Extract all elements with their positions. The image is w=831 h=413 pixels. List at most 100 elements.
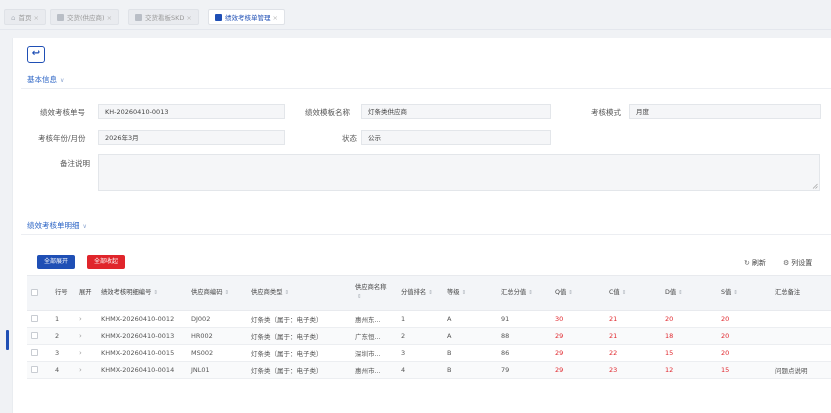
table-row[interactable]: 3 › KHMX-20260410-0015 MS002 灯条类（属于：电子类）… [27, 344, 831, 362]
row-checkbox[interactable] [27, 344, 51, 362]
cell-supplier-name: 惠州东... [351, 310, 397, 328]
cell-q: 29 [551, 327, 605, 345]
refresh-button[interactable]: ↻ 刷新 [744, 258, 766, 268]
tab-delivery-board[interactable]: 交货看板SKD × [128, 9, 199, 25]
col-detail-code[interactable]: 绩效考核明细编号 ⇕ [97, 276, 187, 311]
col-label: C值 [609, 288, 620, 296]
cell-detail-code: KHMX-20260410-0013 [97, 327, 187, 345]
row-checkbox[interactable] [27, 361, 51, 379]
checkbox-icon [31, 332, 38, 339]
detail-table-container[interactable]: 行号 展开 绩效考核明细编号 ⇕ 供应商编码 ⇕ 供应商类型 ⇕ 供应商名称⇕ 分值排… [27, 275, 831, 399]
cell-q: 29 [551, 344, 605, 362]
cell-row-no: 2 [51, 327, 75, 345]
expand-row-icon[interactable]: › [75, 361, 97, 379]
col-d[interactable]: D值 ⇕ [661, 276, 717, 311]
tab-performance-management[interactable]: 绩效考核单管理 × [208, 9, 285, 25]
template-field[interactable]: 灯条类供应商 [361, 104, 551, 119]
close-icon[interactable]: × [33, 14, 38, 22]
close-icon[interactable]: × [273, 14, 278, 22]
select-all-checkbox[interactable] [27, 276, 51, 311]
resize-handle-icon[interactable] [812, 183, 818, 189]
detail-section-title[interactable]: 绩效考核单明细 ∨ [27, 220, 87, 231]
main-panel: ↩ 基本信息 ∨ 绩效考核单号 KH-20260410-0013 绩效模板名称 灯… [12, 38, 831, 413]
cell-supplier-name: 广东恒... [351, 327, 397, 345]
sort-icon[interactable]: ⇕ [224, 290, 229, 296]
cell-d: 15 [661, 344, 717, 362]
sort-icon[interactable]: ⇕ [428, 290, 433, 296]
col-remark: 汇总备注 [771, 276, 831, 311]
cell-grade: B [443, 361, 497, 379]
col-q[interactable]: Q值 ⇕ [551, 276, 605, 311]
expand-all-button[interactable]: 全部展开 [37, 255, 76, 269]
cell-c: 21 [605, 327, 661, 345]
expand-row-icon[interactable]: › [75, 344, 97, 362]
col-label: 等级 [447, 288, 460, 296]
sort-icon[interactable]: ⇕ [357, 294, 362, 300]
table-row[interactable]: 2 › KHMX-20260410-0013 HR002 灯条类（属于：电子类）… [27, 327, 831, 345]
cell-c: 22 [605, 344, 661, 362]
sort-icon[interactable]: ⇕ [678, 290, 683, 296]
expand-row-icon[interactable]: › [75, 310, 97, 328]
document-icon [57, 14, 64, 21]
col-label: 分值排名 [401, 288, 427, 296]
section-title-text: 绩效考核单明细 [27, 221, 80, 230]
sort-icon[interactable]: ⇕ [462, 290, 467, 296]
sort-icon[interactable]: ⇕ [284, 290, 289, 296]
back-arrow-icon: ↩ [31, 48, 41, 59]
close-icon[interactable]: × [107, 14, 112, 22]
code-field[interactable]: KH-20260410-0013 [98, 104, 285, 119]
row-checkbox[interactable] [27, 310, 51, 328]
table-row[interactable]: 1 › KHMX-20260410-0012 DJ002 灯条类（属于：电子类）… [27, 310, 831, 328]
col-total[interactable]: 汇总分值 ⇕ [497, 276, 551, 311]
cell-total: 88 [497, 327, 551, 345]
row-checkbox[interactable] [27, 327, 51, 345]
col-supplier-code[interactable]: 供应商编码 ⇕ [187, 276, 247, 311]
mode-field[interactable]: 月度 [629, 104, 821, 119]
cell-total: 79 [497, 361, 551, 379]
sort-icon[interactable]: ⇕ [528, 290, 533, 296]
sort-icon[interactable]: ⇕ [568, 290, 573, 296]
col-rank[interactable]: 分值排名 ⇕ [397, 276, 443, 311]
tab-home[interactable]: ⌂ 首页 × [4, 9, 46, 25]
sort-icon[interactable]: ⇕ [153, 290, 158, 296]
cell-d: 12 [661, 361, 717, 379]
cell-c: 21 [605, 310, 661, 328]
template-label: 绩效模板名称 [305, 108, 350, 117]
sort-icon[interactable]: ⇕ [622, 290, 627, 296]
checkbox-icon [31, 315, 38, 322]
status-field[interactable]: 公示 [361, 130, 551, 145]
basic-info-section-title[interactable]: 基本信息 ∨ [27, 74, 64, 85]
cell-d: 20 [661, 310, 717, 328]
col-s[interactable]: S值 ⇕ [717, 276, 771, 311]
col-grade[interactable]: 等级 ⇕ [443, 276, 497, 311]
chevron-down-icon: ∨ [82, 223, 87, 230]
status-label: 状态 [342, 134, 357, 143]
form-icon [215, 14, 222, 21]
tab-label: 交货(供应商) [67, 14, 105, 22]
period-field[interactable]: 2026年3月 [98, 130, 285, 145]
collapse-all-button[interactable]: 全部收起 [87, 255, 126, 269]
col-supplier-type[interactable]: 供应商类型 ⇕ [247, 276, 351, 311]
table-row[interactable]: 4 › KHMX-20260410-0014 JNL01 灯条类（属于：电子类）… [27, 361, 831, 379]
column-settings-button[interactable]: ⚙ 列设置 [783, 258, 812, 268]
cell-remark [771, 310, 831, 328]
cell-supplier-type: 灯条类（属于：电子类） [247, 310, 351, 328]
remark-textarea[interactable] [98, 154, 820, 191]
side-collapse-handle[interactable] [6, 330, 9, 350]
divider [21, 88, 831, 89]
back-button[interactable]: ↩ [27, 46, 45, 63]
cell-detail-code: KHMX-20260410-0012 [97, 310, 187, 328]
tab-label: 绩效考核单管理 [225, 14, 271, 22]
col-supplier-name[interactable]: 供应商名称 ⇕ [351, 276, 397, 311]
cell-s: 15 [717, 361, 771, 379]
sort-icon[interactable]: ⇕ [733, 290, 738, 296]
cell-detail-code: KHMX-20260410-0014 [97, 361, 187, 379]
period-label: 考核年份/月份 [38, 134, 86, 143]
col-c[interactable]: C值 ⇕ [605, 276, 661, 311]
tab-delivery-supplier[interactable]: 交货(供应商) × [50, 9, 120, 25]
table-header-row: 行号 展开 绩效考核明细编号 ⇕ 供应商编码 ⇕ 供应商类型 ⇕ 供应商名称⇕ 分值排… [27, 276, 831, 311]
close-icon[interactable]: × [186, 14, 191, 22]
cell-row-no: 3 [51, 344, 75, 362]
cell-total: 86 [497, 344, 551, 362]
expand-row-icon[interactable]: › [75, 327, 97, 345]
